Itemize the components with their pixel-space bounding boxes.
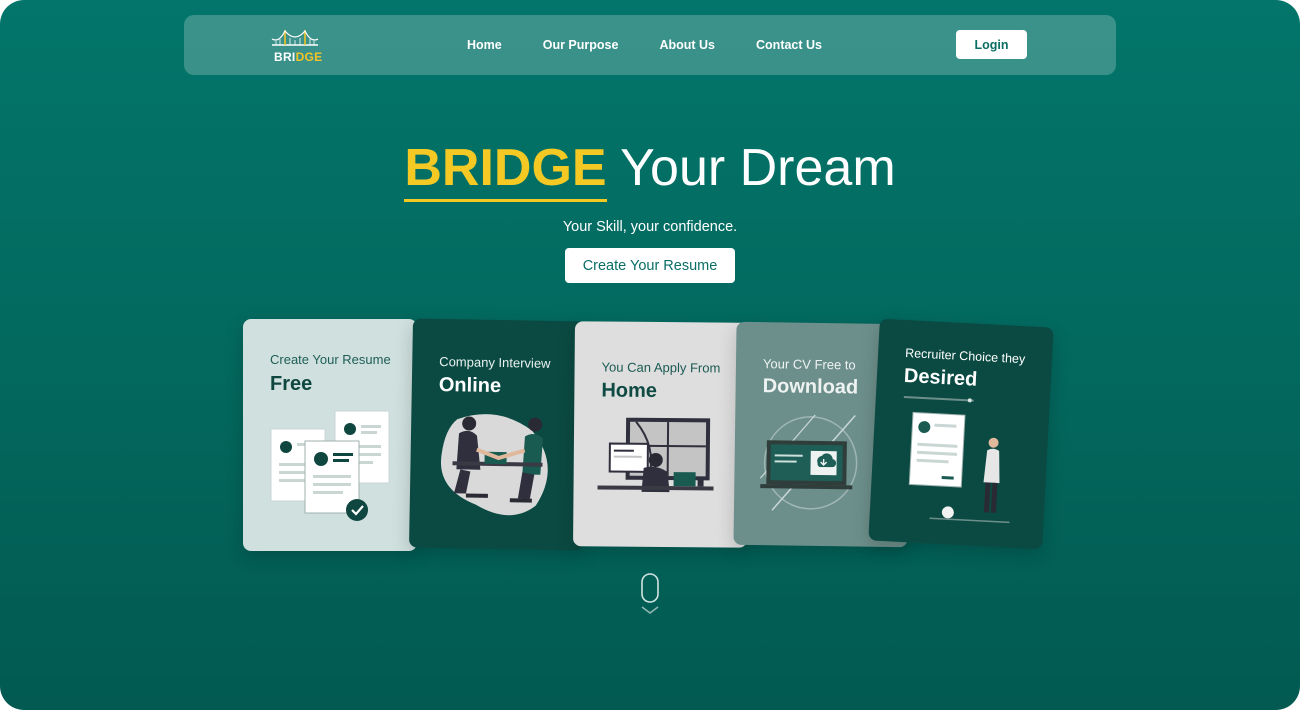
scroll-down-icon[interactable] — [640, 573, 660, 617]
feature-card-online-interview[interactable]: Company Interview Online — [409, 318, 587, 551]
card-heading: Download — [762, 375, 859, 399]
chevron-down-icon — [641, 606, 659, 614]
card-caption: Create Your Resume — [270, 352, 391, 367]
resume-documents-illustration — [270, 410, 390, 521]
nav-link-contact-us[interactable]: Contact Us — [756, 38, 822, 52]
hero-title-rest: Your Dream — [620, 139, 896, 197]
card-heading: Desired — [903, 364, 978, 391]
logo-text-part2: DGE — [295, 50, 323, 64]
nav-link-about-us[interactable]: About Us — [659, 38, 715, 52]
nav-link-home[interactable]: Home — [467, 38, 502, 52]
login-button[interactable]: Login — [956, 30, 1027, 59]
navbar: BRIDGE Home Our Purpose About Us Contact… — [184, 15, 1116, 75]
work-from-home-illustration — [597, 417, 714, 493]
logo-text-part1: BRI — [274, 50, 296, 64]
card-heading: Online — [438, 373, 502, 398]
card-heading: Home — [601, 379, 658, 402]
feature-card-recruiter-choice[interactable]: Recruiter Choice they Desired — [868, 318, 1054, 550]
card-caption: Your CV Free to — [762, 356, 856, 373]
bridge-logo-icon — [271, 29, 319, 46]
interview-illustration — [440, 414, 548, 516]
feature-card-free-resume[interactable]: Create Your Resume Free — [243, 319, 417, 551]
logo-text: BRIDGE — [274, 50, 322, 64]
nav-links: Home Our Purpose About Us Contact Us — [467, 15, 863, 75]
download-laptop-illustration — [759, 414, 858, 511]
card-caption: Recruiter Choice they — [904, 345, 1026, 367]
create-resume-button[interactable]: Create Your Resume — [565, 248, 735, 283]
card-caption: You Can Apply From — [601, 359, 721, 376]
nav-link-our-purpose[interactable]: Our Purpose — [543, 38, 619, 52]
recruiter-illustration — [903, 395, 1010, 524]
hero-subtitle: Your Skill, your confidence. — [562, 219, 738, 235]
hero-title: BRIDGE Your Dream — [0, 138, 1300, 202]
feature-card-apply-home[interactable]: You Can Apply From Home — [573, 321, 749, 548]
logo[interactable]: BRIDGE — [270, 27, 322, 64]
page-frame: BRIDGE Home Our Purpose About Us Contact… — [0, 0, 1300, 710]
card-heading: Free — [270, 373, 313, 395]
hero-title-highlight: BRIDGE — [404, 139, 607, 202]
card-caption: Company Interview — [439, 353, 551, 371]
